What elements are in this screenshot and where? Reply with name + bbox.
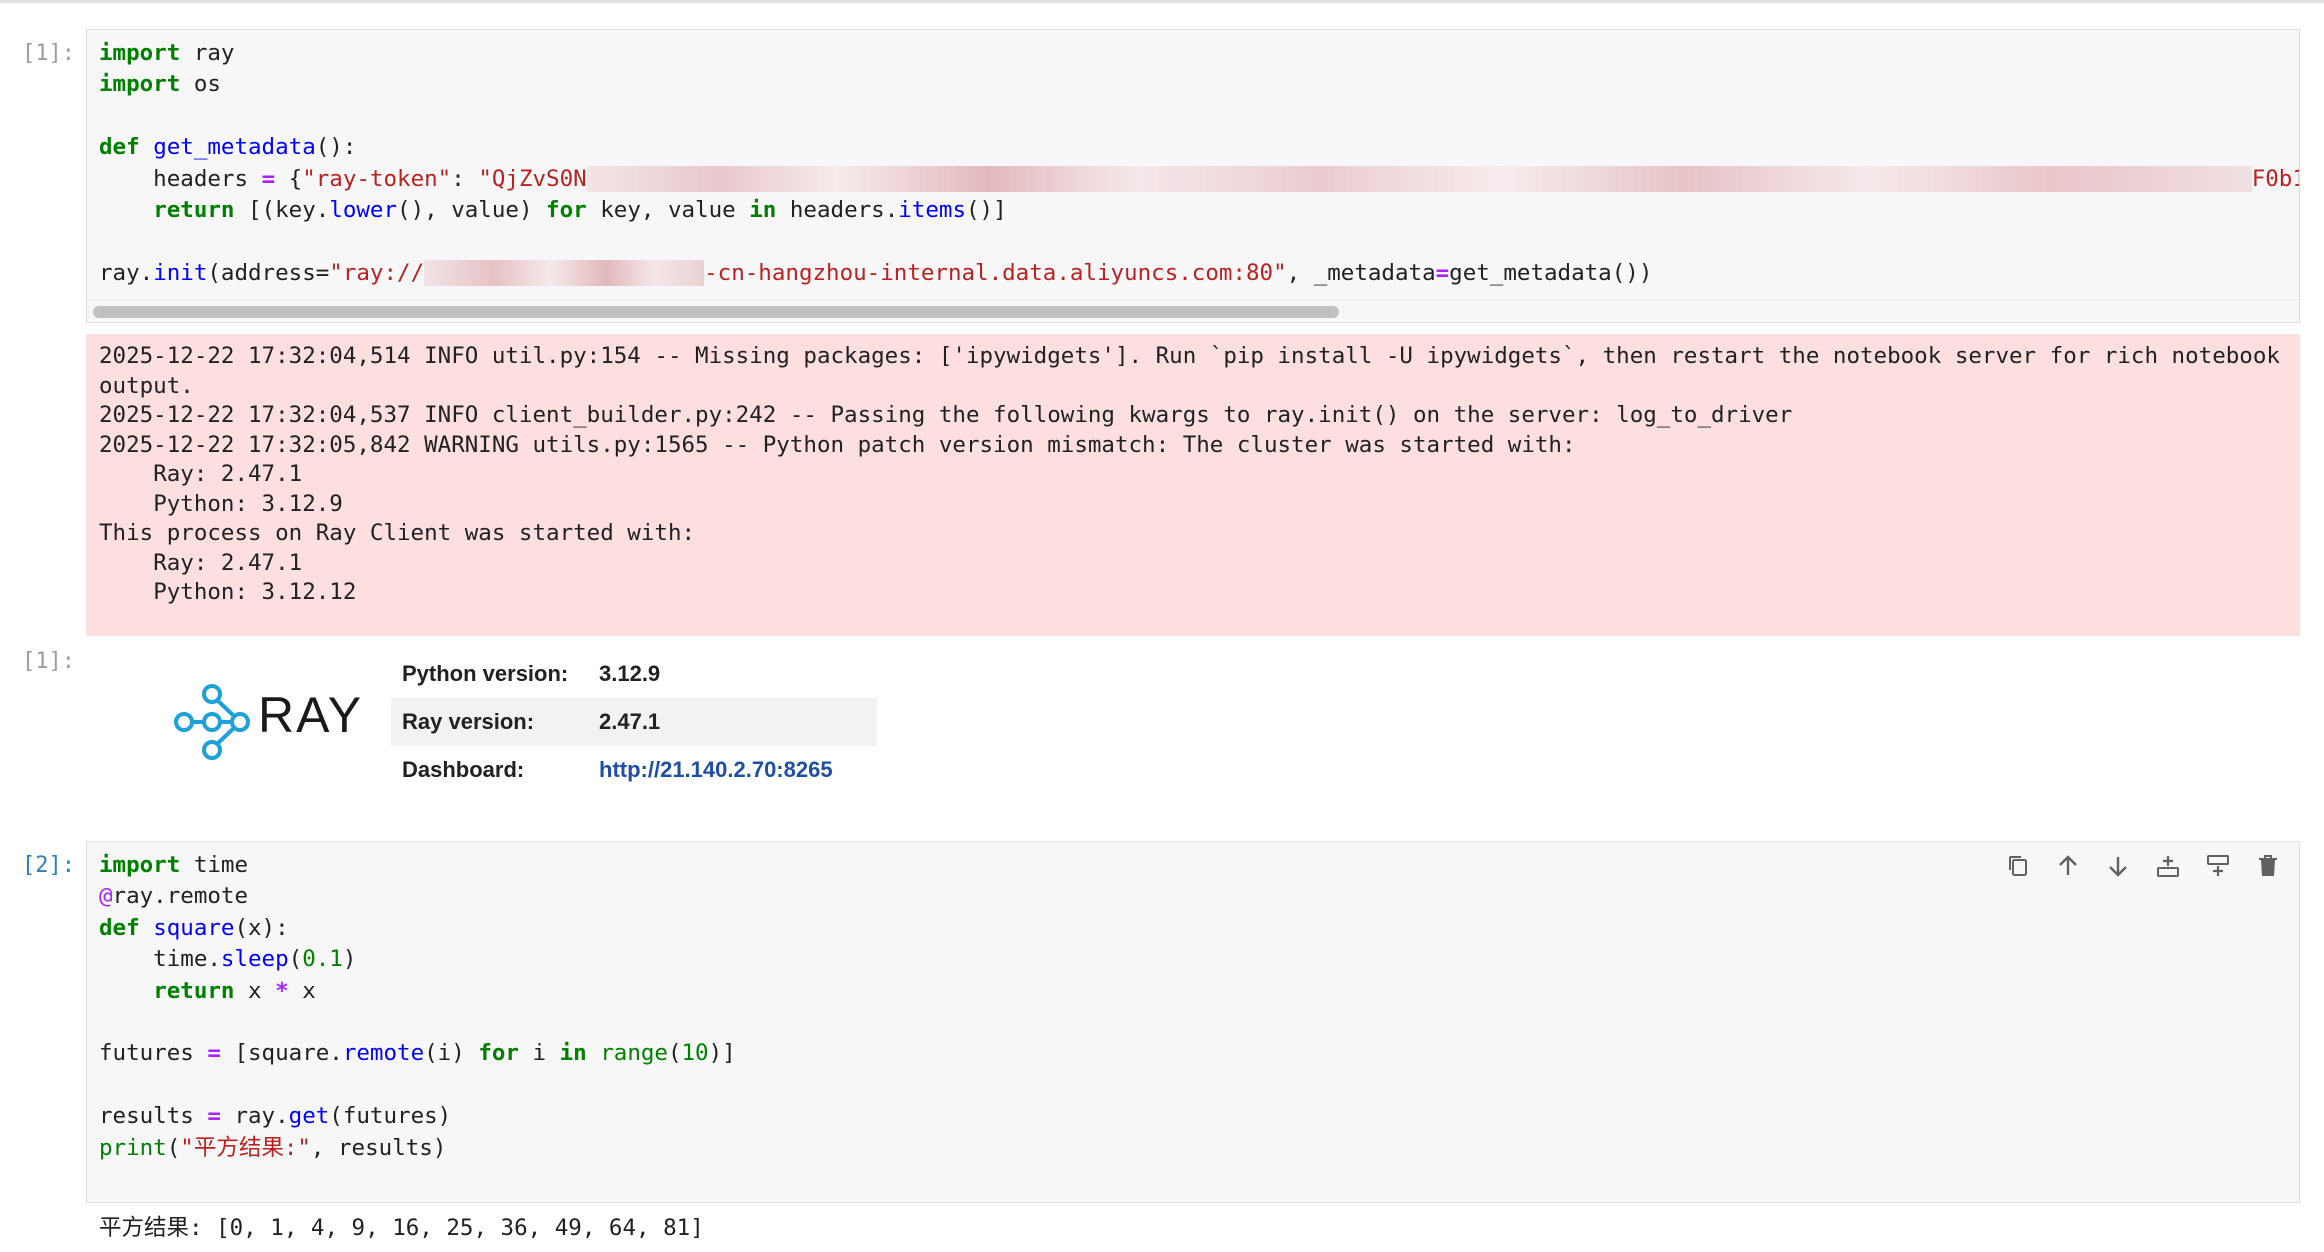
python-version-label: Python version:: [402, 661, 569, 686]
redacted-token: [586, 166, 2252, 193]
cell-1-stderr-output: 2025-12-22 17:32:04,514 INFO util.py:154…: [86, 334, 2300, 636]
ray-info-table: Python version: 3.12.9 Ray version: 2.47…: [391, 650, 877, 794]
ray-logo-icon: [174, 684, 250, 760]
ray-version-row: Ray version: 2.47.1: [391, 698, 877, 746]
python-version-row: Python version: 3.12.9: [391, 650, 877, 698]
cell-1-code: import ray import os def get_metadata():…: [99, 40, 2299, 287]
top-border: [0, 0, 2324, 3]
stderr-text: 2025-12-22 17:32:04,514 INFO util.py:154…: [99, 343, 2280, 605]
dashboard-row: Dashboard: http://21.140.2.70:8265: [391, 746, 877, 794]
cell-2-input-prompt: [2]:: [22, 853, 75, 878]
delete-icon[interactable]: [2250, 848, 2286, 884]
cell-2-stdout-output: 平方结果: [0, 1, 4, 9, 16, 25, 36, 49, 64, 8…: [99, 1215, 704, 1241]
insert-below-icon[interactable]: [2200, 848, 2236, 884]
ray-version-value: 2.47.1: [599, 709, 661, 734]
cell-2-code: import time @ray.remote def square(x): t…: [99, 852, 736, 1161]
ray-version-label: Ray version:: [402, 709, 535, 734]
python-version-value: 3.12.9: [599, 661, 661, 686]
move-up-icon[interactable]: [2050, 848, 2086, 884]
redacted-cluster-id: [424, 260, 705, 287]
cell-1-output-prompt: [1]:: [22, 649, 75, 674]
duplicate-icon[interactable]: [2000, 848, 2036, 884]
cell-2-code-editor[interactable]: import time @ray.remote def square(x): t…: [86, 841, 2300, 1203]
cell-1-input-prompt: [1]:: [22, 41, 75, 66]
move-down-icon[interactable]: [2100, 848, 2136, 884]
insert-above-icon[interactable]: [2150, 848, 2186, 884]
scrollbar-thumb[interactable]: [93, 306, 1339, 318]
ray-logo-text: RAY: [258, 687, 364, 743]
dashboard-label: Dashboard:: [402, 757, 525, 782]
cell-1-code-editor[interactable]: import ray import os def get_metadata():…: [86, 29, 2300, 323]
dashboard-link[interactable]: http://21.140.2.70:8265: [599, 757, 833, 782]
horizontal-scrollbar[interactable]: [87, 299, 2299, 322]
ray-logo: RAY: [172, 684, 368, 760]
